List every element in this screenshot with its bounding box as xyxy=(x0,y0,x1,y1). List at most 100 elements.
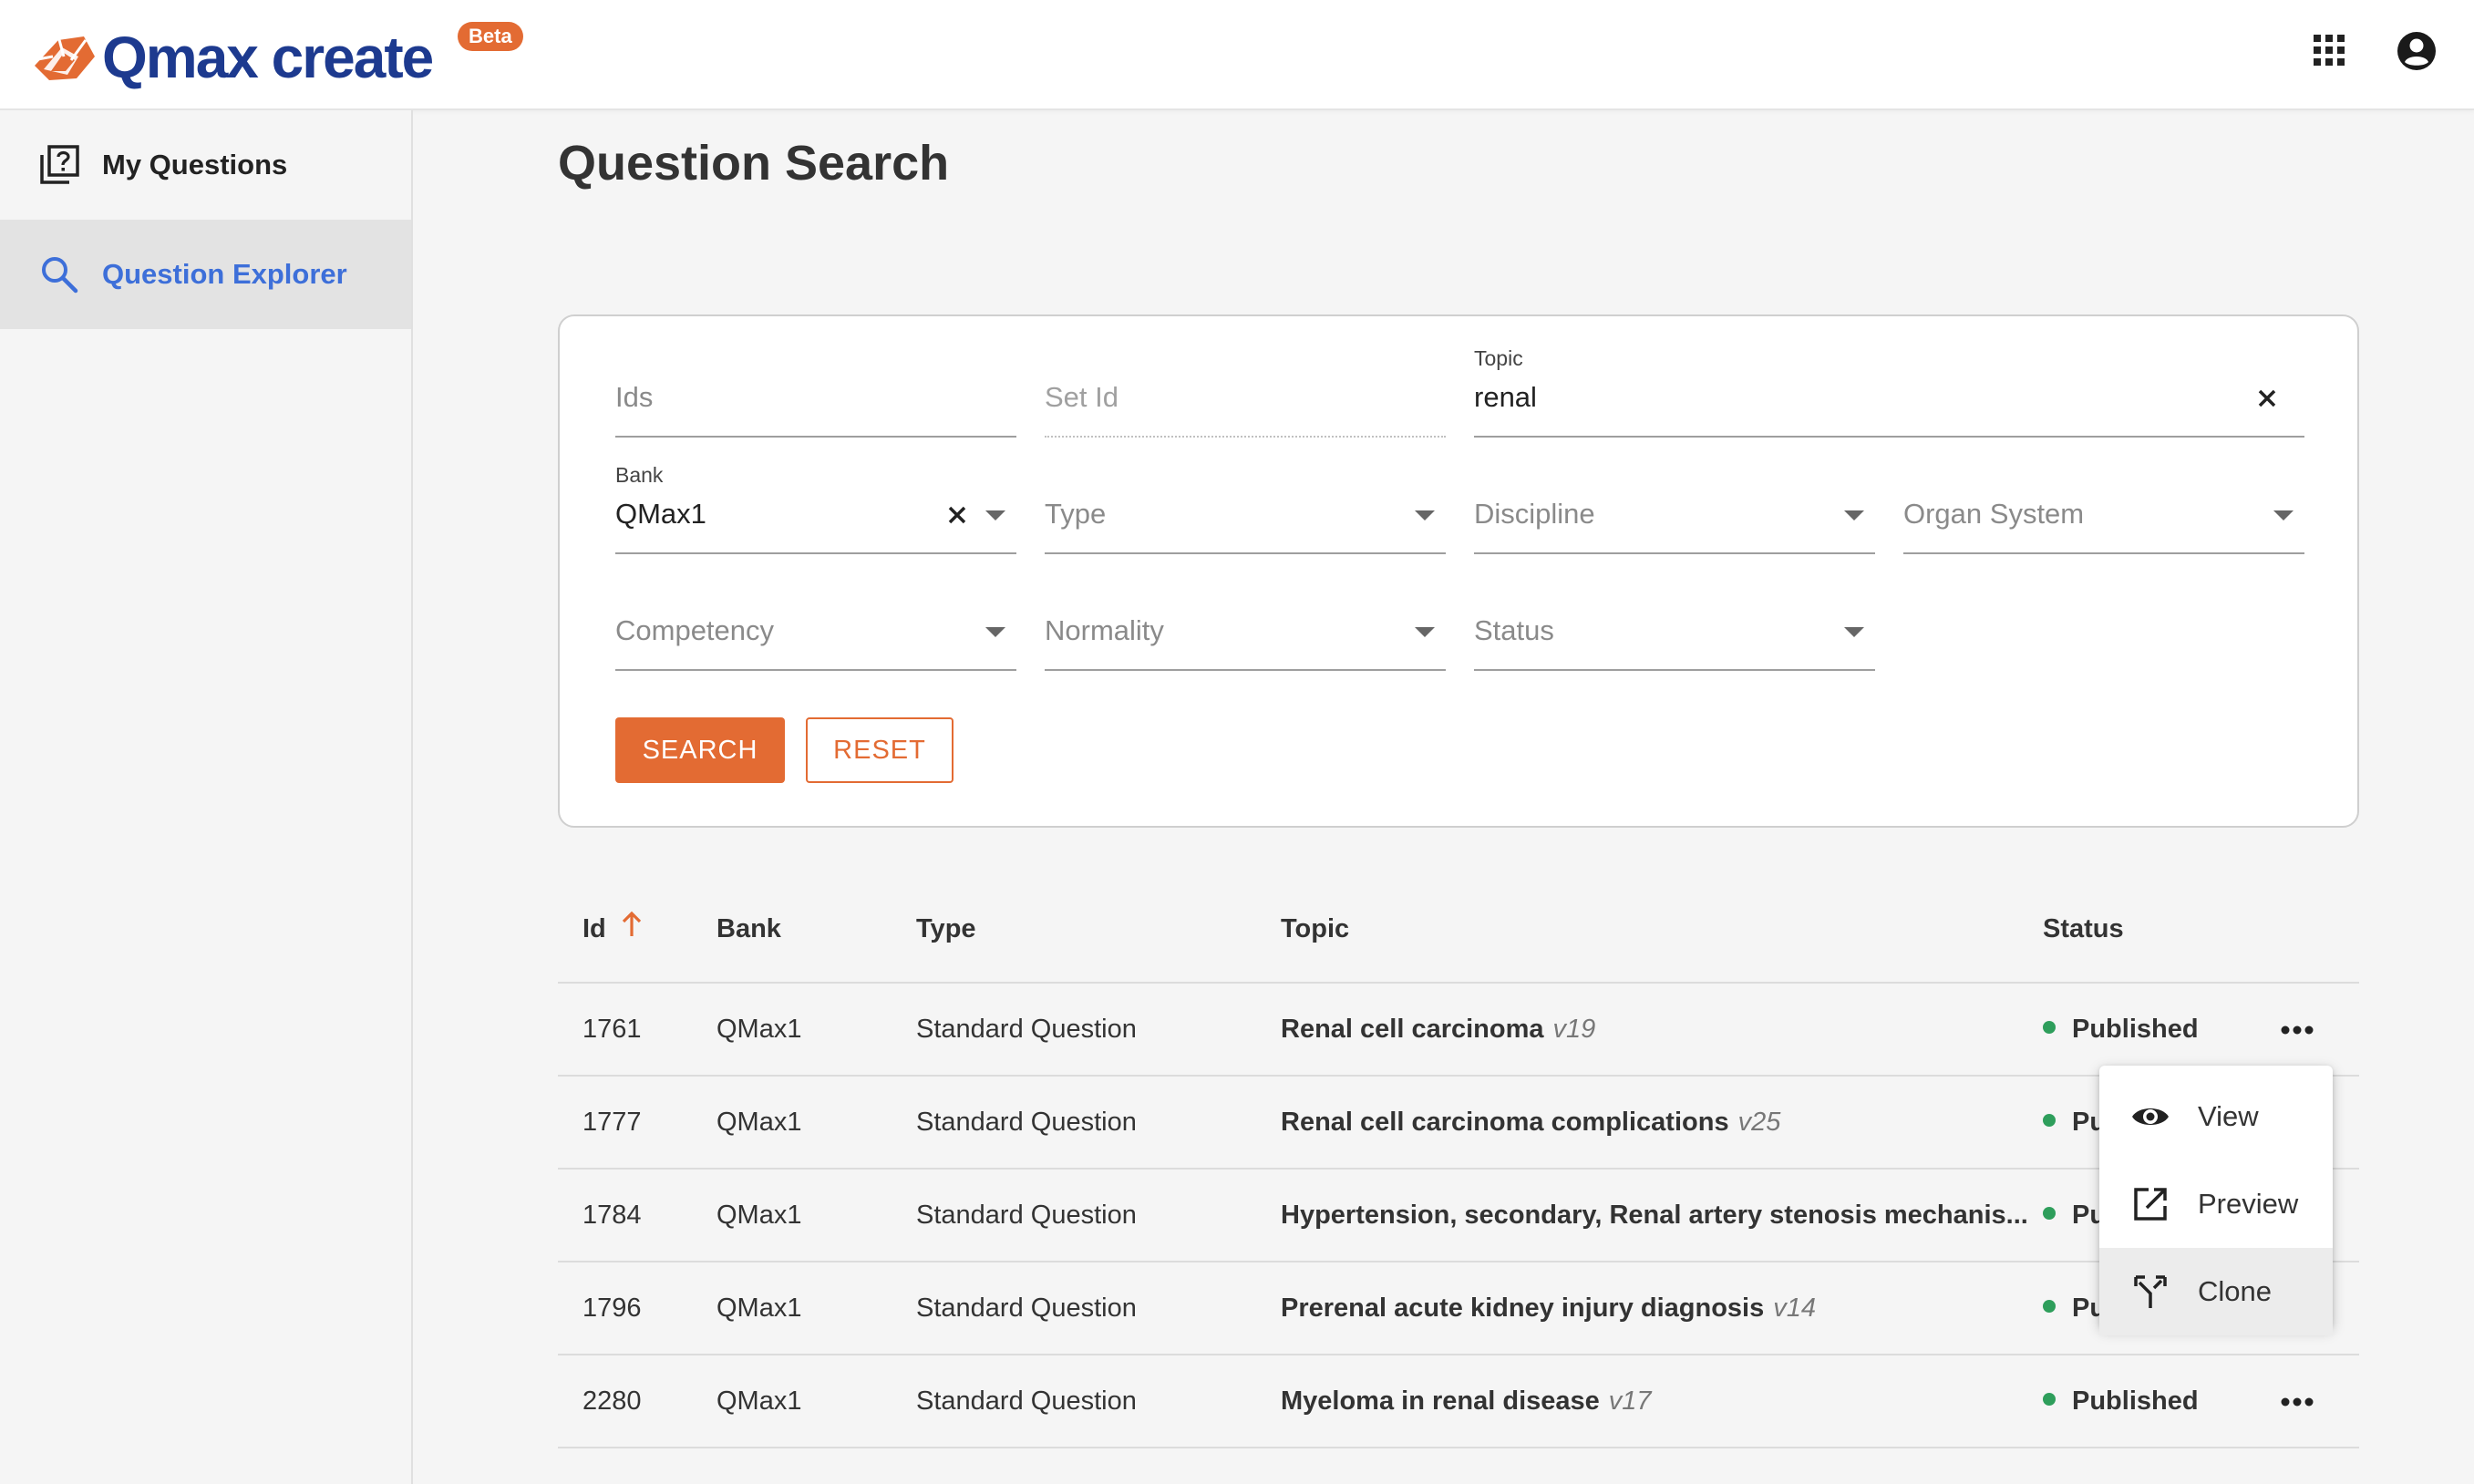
chevron-down-icon xyxy=(985,627,1005,637)
topic-field[interactable]: Topic renal xyxy=(1474,346,2304,438)
set-id-underline xyxy=(1045,436,1446,438)
bank-label: Bank xyxy=(615,463,664,487)
column-header-type[interactable]: Type xyxy=(916,914,976,944)
row-version: v17 xyxy=(1608,1386,1652,1416)
table-row[interactable]: 1777 QMax1 Standard Question Renal cell … xyxy=(558,1077,2359,1170)
type-underline xyxy=(1045,552,1446,554)
app-logo[interactable]: Qmax create xyxy=(31,16,434,98)
table-row[interactable]: 2280 QMax1 Standard Question Myeloma in … xyxy=(558,1355,2359,1448)
more-actions-icon[interactable] xyxy=(2279,1388,2315,1416)
open-in-new-icon xyxy=(2134,1188,2167,1221)
column-header-bank[interactable]: Bank xyxy=(716,914,781,944)
status-dot xyxy=(2043,1300,2056,1314)
row-topic-text: Renal cell carcinoma xyxy=(1281,1015,1544,1044)
row-id: 2280 xyxy=(582,1386,642,1416)
beta-badge: Beta xyxy=(458,22,523,51)
row-topic[interactable]: Prerenal acute kidney injury diagnosis v1… xyxy=(1281,1293,1816,1324)
normality-select[interactable]: Normality xyxy=(1045,580,1446,671)
row-id: 1761 xyxy=(582,1015,642,1044)
menu-item-view[interactable]: View xyxy=(2099,1073,2333,1160)
reset-button[interactable]: RESET xyxy=(806,717,954,783)
table-row[interactable]: 1784 QMax1 Standard Question Hypertensio… xyxy=(558,1170,2359,1262)
table-row[interactable]: 1796 QMax1 Standard Question Prerenal ac… xyxy=(558,1262,2359,1355)
status-underline xyxy=(1474,669,1875,671)
row-id: 1777 xyxy=(582,1108,642,1137)
type-select[interactable]: Type xyxy=(1045,463,1446,554)
row-version: v19 xyxy=(1552,1015,1596,1044)
row-topic[interactable]: Renal cell carcinoma v19 xyxy=(1281,1015,1595,1045)
status-dot xyxy=(2043,1021,2056,1035)
row-topic-text: Hypertension, secondary, Renal artery st… xyxy=(1281,1201,2028,1230)
menu-item-label: Clone xyxy=(2198,1275,2272,1307)
status-select[interactable]: Status xyxy=(1474,580,1875,671)
discipline-select[interactable]: Discipline xyxy=(1474,463,1875,554)
topic-label: Topic xyxy=(1474,346,1523,370)
menu-item-label: View xyxy=(2198,1100,2259,1132)
status-placeholder: Status xyxy=(1474,614,1554,646)
clear-bank-icon[interactable] xyxy=(942,500,973,531)
row-status: Pu xyxy=(2043,1108,2106,1138)
question-bank-icon xyxy=(40,145,79,184)
column-header-id[interactable]: Id xyxy=(582,914,606,944)
chevron-down-icon xyxy=(985,510,1005,520)
row-bank: QMax1 xyxy=(716,1293,802,1323)
more-actions-icon[interactable] xyxy=(2279,1016,2315,1044)
chevron-down-icon xyxy=(1415,627,1435,637)
row-status: Pu xyxy=(2043,1293,2106,1324)
row-bank: QMax1 xyxy=(716,1015,802,1044)
competency-underline xyxy=(615,669,1016,671)
menu-item-preview[interactable]: Preview xyxy=(2099,1160,2333,1248)
ids-placeholder: Ids xyxy=(615,381,654,413)
organ-system-underline xyxy=(1903,552,2304,554)
type-placeholder: Type xyxy=(1045,498,1107,530)
competency-select[interactable]: Competency xyxy=(615,580,1016,671)
row-type: Standard Question xyxy=(916,1386,1137,1416)
normality-placeholder: Normality xyxy=(1045,614,1164,646)
row-type: Standard Question xyxy=(916,1201,1137,1230)
search-form-card: Ids Set Id Topic renal Bank QMax1 Type D… xyxy=(558,314,2359,828)
organ-system-select[interactable]: Organ System xyxy=(1903,463,2304,554)
ids-field[interactable]: Ids xyxy=(615,346,1016,438)
results-table: Id Bank Type Topic Status 1761 QMax1 Sta… xyxy=(558,881,2359,1448)
row-id: 1784 xyxy=(582,1201,642,1230)
logo-mark-icon xyxy=(32,36,95,80)
status-dot xyxy=(2043,1114,2056,1128)
sidebar-item-question-explorer[interactable]: Question Explorer xyxy=(0,220,411,329)
menu-item-clone[interactable]: Clone xyxy=(2099,1248,2333,1335)
row-type: Standard Question xyxy=(916,1015,1137,1044)
apps-grid-icon[interactable] xyxy=(2314,35,2345,66)
competency-placeholder: Competency xyxy=(615,614,775,646)
status-dot xyxy=(2043,1393,2056,1407)
column-header-status[interactable]: Status xyxy=(2043,914,2124,944)
account-circle-icon[interactable] xyxy=(2397,31,2437,71)
page-title: Question Search xyxy=(558,136,950,191)
set-id-field: Set Id xyxy=(1045,346,1446,438)
row-version: v14 xyxy=(1773,1293,1817,1323)
set-id-placeholder: Set Id xyxy=(1045,381,1118,413)
row-status: Published xyxy=(2043,1386,2199,1417)
column-header-topic[interactable]: Topic xyxy=(1281,914,1349,944)
sidebar-item-my-questions[interactable]: My Questions xyxy=(0,110,411,220)
search-icon xyxy=(42,257,78,294)
row-topic[interactable]: Hypertension, secondary, Renal artery st… xyxy=(1281,1201,2028,1231)
organ-system-placeholder: Organ System xyxy=(1903,498,2085,530)
search-button[interactable]: SEARCH xyxy=(615,717,785,783)
top-bar: Qmax create Beta xyxy=(0,0,2474,110)
row-bank: QMax1 xyxy=(716,1201,802,1230)
discipline-placeholder: Discipline xyxy=(1474,498,1595,530)
eye-icon xyxy=(2132,1108,2169,1125)
clear-topic-icon[interactable] xyxy=(2252,383,2283,414)
chevron-down-icon xyxy=(1844,627,1864,637)
row-topic[interactable]: Renal cell carcinoma complications v25 xyxy=(1281,1108,1780,1138)
bank-select[interactable]: Bank QMax1 xyxy=(615,463,1016,554)
row-bank: QMax1 xyxy=(716,1108,802,1137)
row-id: 1796 xyxy=(582,1293,642,1323)
sort-ascending-icon[interactable] xyxy=(618,909,645,940)
fork-icon xyxy=(2134,1275,2167,1308)
chevron-down-icon xyxy=(1415,510,1435,520)
sidebar-item-label: Question Explorer xyxy=(102,258,347,290)
row-status-text: Published xyxy=(2072,1015,2199,1044)
row-type: Standard Question xyxy=(916,1293,1137,1323)
row-topic[interactable]: Myeloma in renal disease v17 xyxy=(1281,1386,1652,1417)
table-row[interactable]: 1761 QMax1 Standard Question Renal cell … xyxy=(558,984,2359,1077)
